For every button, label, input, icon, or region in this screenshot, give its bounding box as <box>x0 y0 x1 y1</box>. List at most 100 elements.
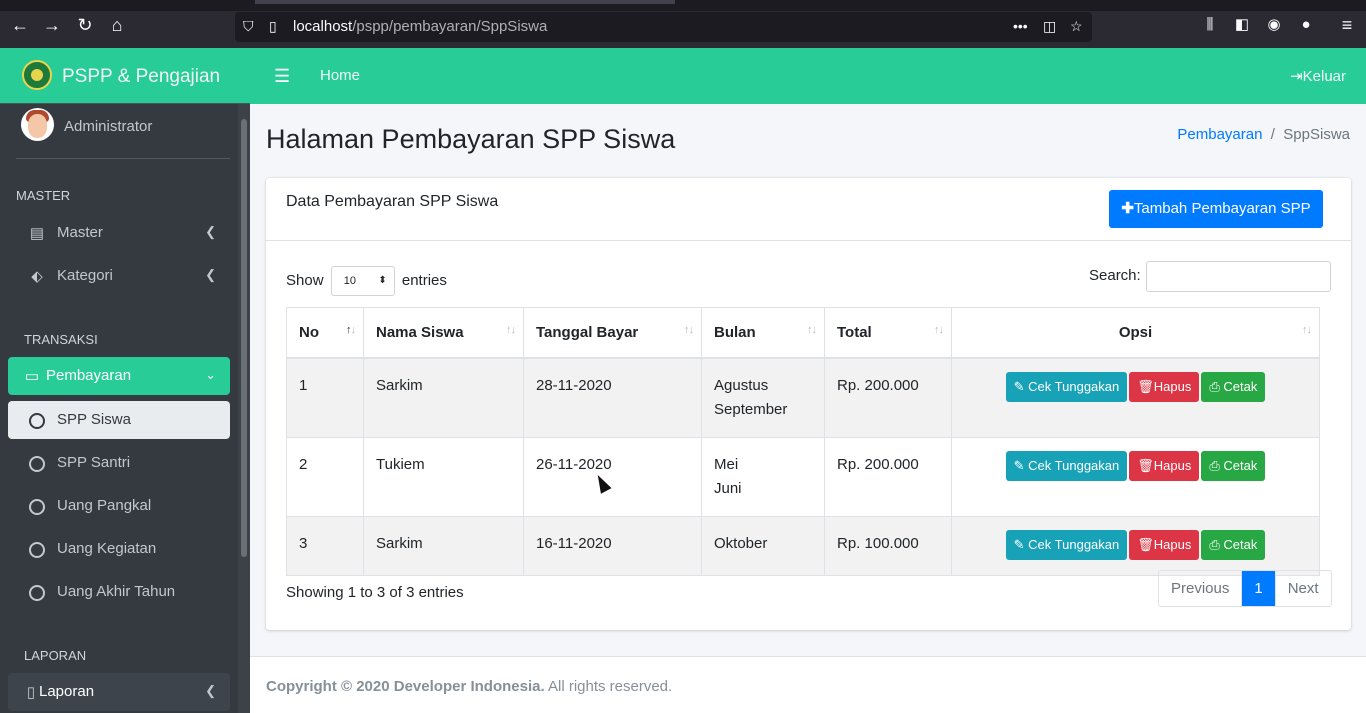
edit-icon: ✎ <box>1013 536 1025 552</box>
sidebar-item-label: Uang Pangkal <box>57 497 152 514</box>
sign-out-icon: ⇥ <box>1290 68 1303 85</box>
user-panel[interactable]: Administrator <box>16 104 230 159</box>
content-wrapper: Halaman Pembayaran SPP Siswa Pembayaran … <box>250 104 1366 656</box>
search-input[interactable] <box>1146 261 1331 292</box>
sidebar-item-master[interactable]: ▤ Master ❮ <box>8 214 230 252</box>
table-info: Showing 1 to 3 of 3 entries <box>286 584 464 601</box>
print-icon: ⎙ <box>1209 536 1220 552</box>
cell-no: 2 <box>286 436 364 517</box>
section-transaksi: TRANSAKSI <box>24 332 98 347</box>
previous-page-button[interactable]: Previous <box>1159 571 1243 606</box>
check-arrears-button[interactable]: ✎ Cek Tunggakan <box>1005 371 1128 402</box>
add-payment-button[interactable]: ✚Tambah Pembayaran SPP <box>1109 190 1323 228</box>
avatar <box>21 108 54 141</box>
plus-icon: ✚ <box>1121 200 1134 217</box>
cell-bulan: Oktober <box>701 515 825 576</box>
entries-length-control: Show 10 ⬍ entries <box>286 266 447 296</box>
column-header-no[interactable]: No ↑↓ <box>286 307 364 359</box>
sidebar-item-label: Laporan <box>39 683 95 700</box>
nav-home-link[interactable]: Home <box>320 67 360 84</box>
sort-icon: ↑↓ <box>684 324 694 336</box>
sort-icon: ↑↓ <box>506 324 516 336</box>
tags-icon: ⬖ <box>31 268 43 285</box>
print-button[interactable]: ⎙ Cetak <box>1201 529 1266 560</box>
browser-toolbar: ← → ↻ ⌂ ⛉ ▯ localhost/pspp/pembayaran/Sp… <box>0 0 1366 48</box>
page-title: Halaman Pembayaran SPP Siswa <box>266 124 676 154</box>
cell-bulan: Mei Juni <box>701 436 825 517</box>
sidebar-item-kategori[interactable]: ⬖ Kategori ❮ <box>8 257 230 295</box>
home-icon[interactable]: ⌂ <box>107 15 127 35</box>
forward-icon[interactable]: → <box>42 15 62 35</box>
menu-icon[interactable]: ≡ <box>1337 15 1357 35</box>
cell-tanggal: 28-11-2020 <box>523 357 702 438</box>
trash-icon: 🗑 <box>1137 536 1154 552</box>
card-header: Data Pembayaran SPP Siswa ✚Tambah Pembay… <box>266 178 1351 241</box>
brand-link[interactable]: PSPP & Pengajian <box>0 48 250 104</box>
cell-actions: ✎ Cek Tunggakan 🗑Hapus ⎙ Cetak <box>951 436 1320 517</box>
scrollbar-thumb[interactable] <box>241 119 247 557</box>
check-arrears-button[interactable]: ✎ Cek Tunggakan <box>1005 450 1128 481</box>
circle-icon <box>29 456 45 472</box>
page-1-button[interactable]: 1 <box>1242 571 1275 606</box>
column-header-total[interactable]: Total ↑↓ <box>824 307 952 359</box>
cell-tanggal: 16-11-2020 <box>523 515 702 576</box>
circle-icon <box>29 499 45 515</box>
github-icon[interactable]: ● <box>1296 15 1316 35</box>
column-header-tanggal[interactable]: Tanggal Bayar ↑↓ <box>523 307 702 359</box>
column-header-bulan[interactable]: Bulan ↑↓ <box>701 307 825 359</box>
delete-button[interactable]: 🗑Hapus <box>1129 371 1200 402</box>
column-header-nama[interactable]: Nama Siswa ↑↓ <box>363 307 524 359</box>
user-name[interactable]: Administrator <box>64 118 152 135</box>
sidebar-scrollbar[interactable] <box>238 104 250 713</box>
library-icon[interactable]: ⫼ <box>1200 15 1220 35</box>
sidebar-item-spp-santri[interactable]: SPP Santri <box>8 444 230 482</box>
section-laporan: LAPORAN <box>24 648 87 663</box>
breadcrumb-separator: / <box>1266 126 1284 143</box>
logout-link[interactable]: ⇥Keluar <box>1290 67 1346 85</box>
column-header-opsi[interactable]: Opsi ↑↓ <box>951 307 1320 359</box>
cell-total: Rp. 100.000 <box>824 515 952 576</box>
account-icon[interactable]: ◉ <box>1264 15 1284 35</box>
circle-icon <box>29 542 45 558</box>
print-icon: ⎙ <box>1209 457 1220 473</box>
sidebar-item-uang-akhir-tahun[interactable]: Uang Akhir Tahun <box>8 573 230 611</box>
print-button[interactable]: ⎙ Cetak <box>1201 450 1266 481</box>
check-arrears-button[interactable]: ✎ Cek Tunggakan <box>1005 529 1128 560</box>
sort-icon: ↑↓ <box>807 324 817 336</box>
bulan-item: Mei <box>714 455 739 473</box>
table-header-row: No ↑↓ Nama Siswa ↑↓ Tanggal Bayar ↑↓ Bulan ↑… <box>286 307 1320 359</box>
more-icon[interactable]: ••• <box>1013 18 1028 34</box>
pagination: Previous 1 Next <box>1158 570 1332 607</box>
bulan-item: September <box>714 400 788 418</box>
sidebar-item-spp-siswa[interactable]: SPP Siswa <box>8 401 230 439</box>
section-master: MASTER <box>16 188 71 203</box>
url-text[interactable]: localhost/pspp/pembayaran/SppSiswa <box>293 18 547 35</box>
sidebar-item-pembayaran[interactable]: ▭ Pembayaran ⌄ <box>8 357 230 395</box>
print-button[interactable]: ⎙ Cetak <box>1201 371 1266 402</box>
top-navbar: ☰ Home ⇥Keluar <box>250 48 1366 104</box>
delete-button[interactable]: 🗑Hapus <box>1129 529 1200 560</box>
hamburger-icon[interactable]: ☰ <box>274 66 290 87</box>
chevron-down-icon: ⌄ <box>205 367 216 382</box>
sidebar-item-uang-pangkal[interactable]: Uang Pangkal <box>8 487 230 525</box>
breadcrumb-parent-link[interactable]: Pembayaran <box>1177 126 1262 143</box>
address-bar[interactable]: ⛉ ▯ localhost/pspp/pembayaran/SppSiswa •… <box>235 12 1092 42</box>
bookmark-star-icon[interactable]: ☆ <box>1070 18 1083 35</box>
footer-text: Copyright © 2020 Developer Indonesia. Al… <box>266 678 672 695</box>
back-icon[interactable]: ← <box>10 15 30 35</box>
bulan-item: Agustus <box>714 376 769 394</box>
sidebar-item-uang-kegiatan[interactable]: Uang Kegiatan <box>8 530 230 568</box>
brand-name: PSPP & Pengajian <box>62 66 221 87</box>
page-icon[interactable]: ▯ <box>269 18 277 35</box>
sidebar-item-label: SPP Santri <box>57 454 131 471</box>
sidebar-toggle-icon[interactable]: ◧ <box>1232 15 1252 35</box>
reload-icon[interactable]: ↻ <box>75 15 95 35</box>
cell-actions: ✎ Cek Tunggakan 🗑Hapus ⎙ Cetak <box>951 515 1320 576</box>
next-page-button[interactable]: Next <box>1274 571 1331 606</box>
entries-select[interactable]: 10 ⬍ <box>330 266 395 296</box>
sidebar-item-laporan[interactable]: ▯ Laporan ❮ <box>8 673 230 711</box>
shield-icon[interactable]: ⛉ <box>243 18 254 35</box>
chevron-left-icon: ❮ <box>205 267 216 282</box>
delete-button[interactable]: 🗑Hapus <box>1129 450 1200 481</box>
pocket-icon[interactable]: ◫ <box>1043 18 1056 35</box>
